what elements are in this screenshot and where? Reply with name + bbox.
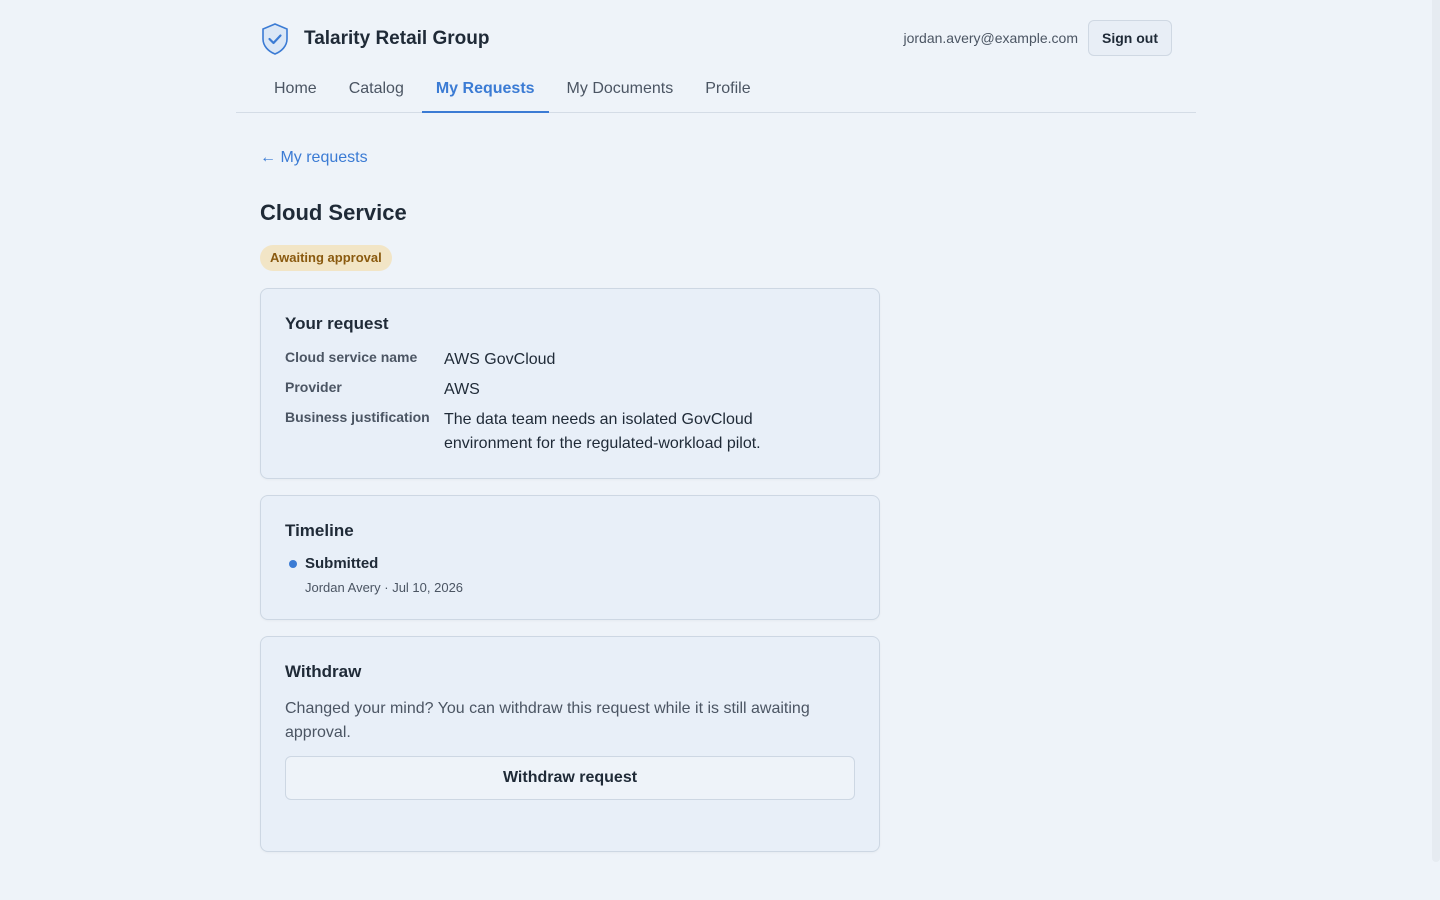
timeline-dot-icon: [289, 560, 297, 568]
withdraw-description: Changed your mind? You can withdraw this…: [285, 700, 810, 741]
timeline-event-title: Submitted: [305, 555, 379, 572]
back-to-requests-link[interactable]: ← My requests: [260, 149, 368, 167]
field-label: Business justification: [285, 409, 430, 425]
nav-home[interactable]: Home: [260, 76, 331, 113]
withdraw-card: Withdraw Changed your mind? You can with…: [260, 636, 880, 852]
nav-catalog[interactable]: Catalog: [335, 76, 418, 113]
field-row-justification: Business justification The data team nee…: [285, 409, 844, 456]
top-bar: Talarity Retail Group jordan.avery@examp…: [236, 0, 1196, 76]
field-label: Provider: [285, 379, 342, 395]
withdraw-heading: Withdraw: [285, 662, 362, 681]
timeline-heading: Timeline: [285, 521, 354, 540]
field-value: The data team needs an isolated GovCloud…: [444, 411, 761, 452]
brand[interactable]: Talarity Retail Group: [260, 22, 489, 56]
withdraw-request-button[interactable]: Withdraw request: [285, 756, 855, 800]
nav-profile[interactable]: Profile: [691, 76, 764, 113]
field-label: Cloud service name: [285, 349, 418, 365]
request-details-card: Your request Cloud service name AWS GovC…: [260, 288, 880, 479]
field-row-service-name: Cloud service name AWS GovCloud: [285, 349, 844, 372]
nav-my-documents[interactable]: My Documents: [553, 76, 688, 113]
field-value: AWS: [444, 381, 480, 398]
request-heading: Your request: [285, 314, 389, 333]
app-container: Talarity Retail Group jordan.avery@examp…: [236, 0, 1196, 852]
nav-my-requests[interactable]: My Requests: [421, 76, 549, 113]
user-email: jordan.avery@example.com: [903, 30, 1078, 46]
status-badge: Awaiting approval: [260, 245, 392, 271]
field-value: AWS GovCloud: [444, 351, 556, 368]
timeline-event-meta: Jordan Avery · Jul 10, 2026: [305, 580, 464, 595]
sign-out-button[interactable]: Sign out: [1088, 20, 1172, 56]
field-row-provider: Provider AWS: [285, 379, 844, 402]
page-scrollbar[interactable]: [1432, 0, 1440, 862]
main-nav: Home Catalog My Requests My Documents Pr…: [236, 76, 1196, 113]
page-title: Cloud Service: [260, 200, 407, 225]
timeline-card: Timeline Submitted Jordan Avery · Jul 10…: [260, 495, 880, 620]
account-area: jordan.avery@example.com Sign out: [903, 20, 1172, 56]
org-name: Talarity Retail Group: [304, 28, 490, 49]
shield-check-icon: [260, 22, 290, 56]
